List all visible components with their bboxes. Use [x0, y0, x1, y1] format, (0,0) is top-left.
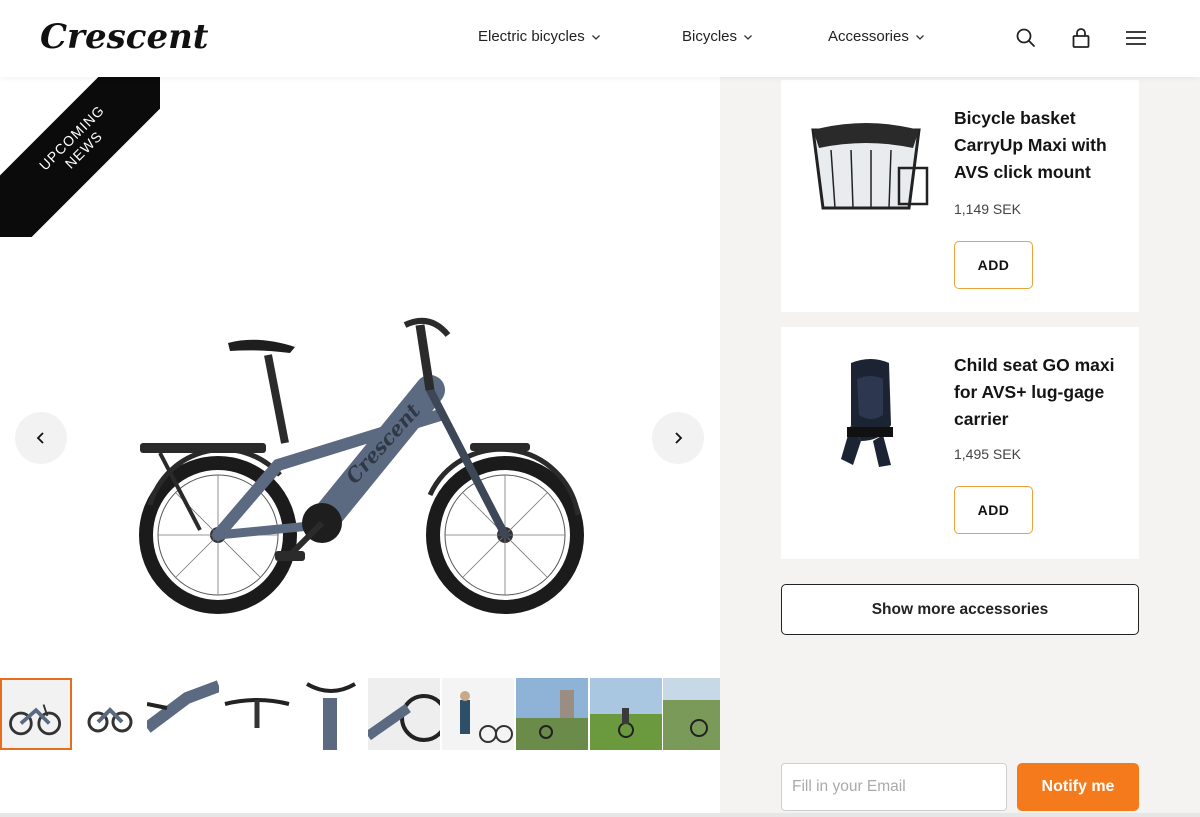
- add-child-seat-button[interactable]: ADD: [954, 486, 1033, 534]
- thumbnail-3[interactable]: [147, 678, 219, 750]
- thumbnail-5[interactable]: [295, 678, 367, 750]
- thumbnail-10[interactable]: [663, 678, 720, 750]
- thumbnail-strip: [0, 678, 720, 750]
- accessory-title[interactable]: Child seat GO maxi for AVS+ lug-gage car…: [954, 352, 1129, 433]
- nav-electric-bicycles-label: Electric bicycles: [478, 28, 585, 45]
- accessory-price: 1,495 SEK: [954, 446, 1021, 462]
- product-main-image: Crescent: [139, 317, 584, 614]
- show-more-accessories-button[interactable]: Show more accessories: [781, 584, 1139, 635]
- bottom-divider: [0, 813, 1200, 817]
- notify-me-button[interactable]: Notify me: [1017, 763, 1139, 811]
- menu-icon[interactable]: [1125, 26, 1147, 50]
- crescent-logo[interactable]: Crescent: [40, 22, 286, 54]
- chevron-right-icon: [675, 432, 683, 444]
- basket-image: [811, 123, 929, 210]
- site-header: Crescent Electric bicycles Bicycles Acce…: [0, 0, 1200, 77]
- gallery-next-button[interactable]: [652, 412, 704, 464]
- nav-bicycles-label: Bicycles: [682, 28, 738, 45]
- chevron-down-icon: [591, 34, 600, 40]
- logo-text: Crescent: [40, 22, 209, 54]
- upcoming-news-ribbon: UPCOMING NEWS: [0, 77, 160, 237]
- chevron-left-icon: [36, 432, 44, 444]
- add-basket-button[interactable]: ADD: [954, 241, 1033, 289]
- accessory-price: 1,149 SEK: [954, 201, 1021, 217]
- ribbon-band: UPCOMING NEWS: [0, 77, 160, 237]
- thumbnail-1[interactable]: [0, 678, 72, 750]
- thumbnail-7[interactable]: [442, 678, 514, 750]
- search-icon[interactable]: [1015, 26, 1037, 50]
- child-seat-image: [841, 359, 893, 467]
- chevron-down-icon: [744, 34, 752, 40]
- accessories-panel: Bicycle basket CarryUp Maxi with AVS cli…: [720, 77, 1200, 817]
- bag-icon[interactable]: [1070, 26, 1092, 50]
- thumbnail-8[interactable]: [516, 678, 588, 750]
- thumbnail-4[interactable]: [221, 678, 293, 750]
- nav-accessories-label: Accessories: [828, 28, 909, 45]
- accessory-title[interactable]: Bicycle basket CarryUp Maxi with AVS cli…: [954, 105, 1129, 186]
- chevron-down-icon: [915, 34, 924, 40]
- product-gallery: UPCOMING NEWS Crescent: [0, 77, 720, 817]
- nav-electric-bicycles[interactable]: Electric bicycles: [478, 28, 601, 45]
- email-input[interactable]: [781, 763, 1007, 811]
- thumbnail-2[interactable]: [74, 678, 146, 750]
- accessory-card: Child seat GO maxi for AVS+ lug-gage car…: [781, 327, 1139, 559]
- thumbnail-6[interactable]: [368, 678, 440, 750]
- accessory-card: Bicycle basket CarryUp Maxi with AVS cli…: [781, 80, 1139, 312]
- nav-accessories[interactable]: Accessories: [828, 28, 925, 45]
- gallery-prev-button[interactable]: [15, 412, 67, 464]
- ribbon-text: UPCOMING NEWS: [27, 93, 129, 195]
- nav-bicycles[interactable]: Bicycles: [682, 28, 753, 45]
- thumbnail-9[interactable]: [590, 678, 662, 750]
